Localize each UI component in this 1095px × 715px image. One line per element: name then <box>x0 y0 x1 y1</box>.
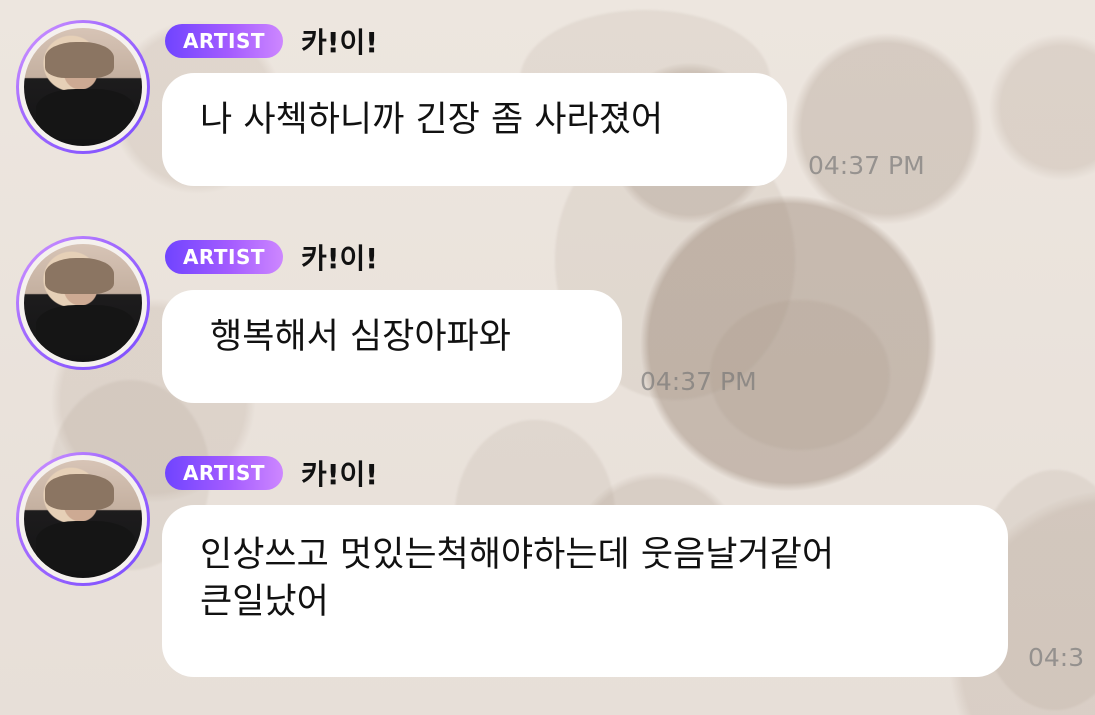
avatar-image <box>19 455 147 583</box>
artist-badge: ARTIST <box>165 24 283 58</box>
message-time: 04:37 PM <box>640 367 757 396</box>
message-time: 04:37 PM <box>808 151 925 180</box>
artist-badge: ARTIST <box>165 240 283 274</box>
sender-name: 카!이! <box>301 458 379 491</box>
message-time: 04:3 <box>1028 643 1085 672</box>
message-meta: ARTIST 카!이! <box>165 453 378 493</box>
avatar-image <box>19 23 147 151</box>
artist-avatar[interactable] <box>16 20 150 154</box>
message-bubble[interactable]: 나 사첵하니까 긴장 좀 사라졌어 <box>162 73 787 186</box>
artist-avatar[interactable] <box>16 236 150 370</box>
sender-name: 카!이! <box>301 26 379 59</box>
artist-badge: ARTIST <box>165 456 283 490</box>
message-bubble[interactable]: 행복해서 심장아파와 <box>162 290 622 403</box>
avatar-image <box>19 239 147 367</box>
sender-name: 카!이! <box>301 242 379 275</box>
message-bubble[interactable]: 인상쓰고 멋있는척해야하는데 웃음날거같어 큰일났어 <box>162 505 1008 677</box>
message-meta: ARTIST 카!이! <box>165 21 378 61</box>
message-meta: ARTIST 카!이! <box>165 237 378 277</box>
artist-avatar[interactable] <box>16 452 150 586</box>
